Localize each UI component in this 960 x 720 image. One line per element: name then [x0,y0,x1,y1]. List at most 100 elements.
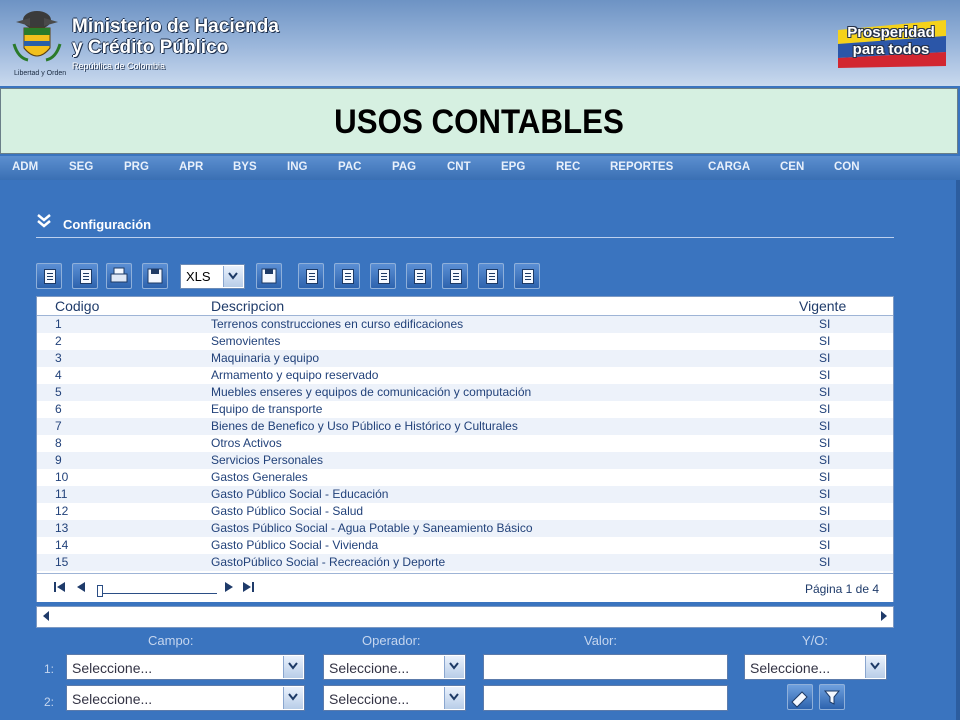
section-header[interactable]: Configuración [36,213,894,238]
table-row[interactable]: 8 Otros Activos SI [37,435,893,452]
table-row[interactable]: 1 Terrenos construcciones en curso edifi… [37,316,893,333]
cell-description: Muebles enseres y equipos de comunicació… [211,385,532,399]
nav-item-apr[interactable]: APR [179,161,203,173]
table-row[interactable]: 12 Gasto Público Social - Salud SI [37,503,893,520]
nav-item-adm[interactable]: ADM [12,161,38,173]
nav-item-pac[interactable]: PAC [338,161,361,173]
field-select-1[interactable]: Seleccione... [66,654,305,680]
table-row[interactable]: 9 Servicios Personales SI [37,452,893,469]
save-icon[interactable] [142,263,168,289]
search-document-icon[interactable] [370,263,396,289]
field-select-2[interactable]: Seleccione... [66,685,305,711]
table-row[interactable]: 15 GastoPúblico Social - Recreación y De… [37,554,893,571]
chevron-down-icon[interactable] [444,656,464,678]
filter-label-field: Campo: [148,633,194,648]
nav-item-rec[interactable]: REC [556,161,580,173]
filter-label-operator: Operador: [362,633,421,648]
cell-active: SI [819,351,831,365]
delete-document-icon[interactable] [478,263,504,289]
nav-item-seg[interactable]: SEG [69,161,93,173]
cell-description: Terrenos construcciones en curso edifica… [211,317,464,331]
cell-active: SI [819,385,831,399]
clear-filter-icon[interactable] [787,684,813,710]
nav-item-epg[interactable]: EPG [501,161,525,173]
next-page-icon[interactable] [223,580,235,594]
cell-code: 5 [55,385,62,399]
nav-item-con[interactable]: CON [834,161,860,173]
andor-select-1[interactable]: Seleccione... [744,654,887,680]
last-page-icon[interactable] [241,580,255,594]
table-row[interactable]: 7 Bienes de Benefico y Uso Público e His… [37,418,893,435]
data-table: Codigo Descripcion Vigente 1 Terrenos co… [36,296,894,602]
nav-item-carga[interactable]: CARGA [708,161,750,173]
scroll-right-icon[interactable] [879,610,889,622]
table-row[interactable]: 11 Gasto Público Social - Educación SI [37,486,893,503]
previous-page-icon[interactable] [75,580,87,594]
nav-item-prg[interactable]: PRG [124,161,149,173]
cell-active: SI [819,402,831,416]
pagination-bar: Página 1 de 4 [37,573,893,602]
column-header-description[interactable]: Descripcion [211,298,284,314]
cell-code: 10 [55,470,69,484]
table-row[interactable]: 10 Gastos Generales SI [37,469,893,486]
nav-item-reportes[interactable]: REPORTES [610,161,673,173]
cell-active: SI [819,555,831,569]
detail-document-icon[interactable] [514,263,540,289]
table-row[interactable]: 4 Armamento y equipo reservado SI [37,367,893,384]
nav-item-ing[interactable]: ING [287,161,307,173]
export-save-icon[interactable] [256,263,282,289]
operator-select-1-value: Seleccione... [329,660,410,676]
nav-item-cen[interactable]: CEN [780,161,804,173]
table-row[interactable]: 5 Muebles enseres y equipos de comunicac… [37,384,893,401]
app-header: Libertad y Orden Ministerio de Hacienda … [0,0,960,86]
apply-filter-icon[interactable] [819,684,845,710]
page-info: Página 1 de 4 [804,582,879,596]
campaign-logo: Prosperidad para todos [838,24,944,58]
copy-document-icon[interactable] [442,263,468,289]
operator-select-1[interactable]: Seleccione... [323,654,466,680]
value-input-2[interactable] [483,685,728,711]
section-label: Configuración [63,217,152,232]
chevron-down-icon[interactable] [444,687,464,709]
cell-code: 6 [55,402,62,416]
edit-document-icon[interactable] [406,263,432,289]
print-icon[interactable] [106,263,132,289]
table-row[interactable]: 3 Maquinaria y equipo SI [37,350,893,367]
chevron-down-icon[interactable] [223,266,243,287]
cell-description: Bienes de Benefico y Uso Público e Histó… [211,419,518,433]
cell-description: Armamento y equipo reservado [211,368,379,382]
cell-code: 4 [55,368,62,382]
operator-select-2[interactable]: Seleccione... [323,685,466,711]
filter-row-number: 1: [44,662,55,676]
nav-item-cnt[interactable]: CNT [447,161,471,173]
first-page-icon[interactable] [53,580,67,594]
table-row[interactable]: 2 Semovientes SI [37,333,893,350]
filter-label-andor: Y/O: [802,633,829,648]
nav-item-pag[interactable]: PAG [392,161,416,173]
export-format-value: XLS [186,269,211,284]
cell-active: SI [819,368,831,382]
chevron-down-icon[interactable] [283,687,303,709]
nav-item-bys[interactable]: BYS [233,161,257,173]
table-row[interactable]: 6 Equipo de transporte SI [37,401,893,418]
page-slider-track[interactable] [99,593,217,594]
pdf-export-icon[interactable] [36,263,62,289]
horizontal-scrollbar[interactable] [36,606,894,628]
column-header-active[interactable]: Vigente [799,298,846,314]
new-document-icon[interactable] [334,263,360,289]
export-format-select[interactable]: XLS [180,264,245,289]
page-slider-handle[interactable] [97,585,103,597]
main-nav: ADM SEG PRG APR BYS ING PAC PAG CNT EPG … [0,156,960,180]
scroll-left-icon[interactable] [41,610,51,622]
view-document-icon[interactable] [298,263,324,289]
cell-code: 14 [55,538,69,552]
column-header-code[interactable]: Codigo [55,298,99,314]
preview-icon[interactable] [72,263,98,289]
value-input-1[interactable] [483,654,728,680]
chevron-down-icon[interactable] [865,656,885,678]
chevron-down-icon[interactable] [283,656,303,678]
cell-description: Gastos Generales [211,470,308,484]
table-row[interactable]: 14 Gasto Público Social - Vivienda SI [37,537,893,554]
table-row[interactable]: 13 Gastos Público Social - Agua Potable … [37,520,893,537]
double-chevron-down-icon[interactable] [36,213,52,229]
